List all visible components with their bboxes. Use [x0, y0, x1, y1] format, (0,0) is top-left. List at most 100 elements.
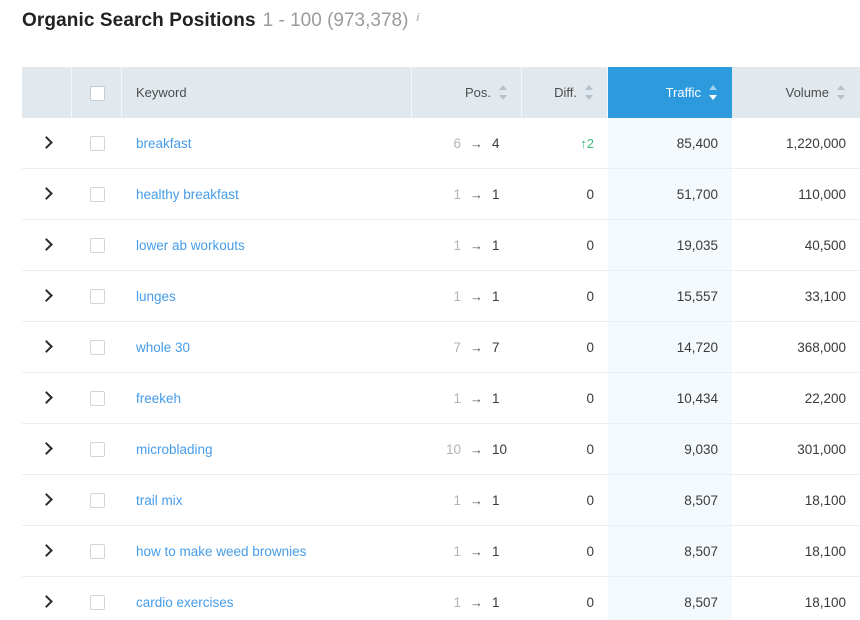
- table-row[interactable]: whole 307→7014,720368,000: [22, 322, 860, 373]
- row-select-cell[interactable]: [72, 424, 122, 475]
- row-volume-cell: 301,000: [732, 424, 860, 475]
- row-keyword-cell: microblading: [122, 424, 412, 475]
- row-select-cell[interactable]: [72, 373, 122, 424]
- row-checkbox[interactable]: [90, 493, 105, 508]
- table-row[interactable]: healthy breakfast1→1051,700110,000: [22, 169, 860, 220]
- column-header-volume[interactable]: Volume: [732, 67, 860, 118]
- chevron-right-icon[interactable]: [39, 288, 55, 304]
- chevron-right-icon[interactable]: [39, 543, 55, 559]
- chevron-right-icon[interactable]: [39, 492, 55, 508]
- row-select-cell[interactable]: [72, 271, 122, 322]
- row-expand-cell[interactable]: [22, 118, 72, 169]
- table-row[interactable]: lower ab workouts1→1019,03540,500: [22, 220, 860, 271]
- keyword-link[interactable]: lower ab workouts: [136, 238, 245, 253]
- keyword-link[interactable]: lunges: [136, 289, 176, 304]
- row-position-cell: 6→4: [412, 118, 522, 169]
- sort-arrows-icon[interactable]: [585, 85, 594, 100]
- row-keyword-cell: whole 30: [122, 322, 412, 373]
- row-expand-cell[interactable]: [22, 424, 72, 475]
- row-position-cell: 1→1: [412, 169, 522, 220]
- chevron-right-icon[interactable]: [39, 441, 55, 457]
- row-expand-cell[interactable]: [22, 220, 72, 271]
- row-checkbox[interactable]: [90, 595, 105, 610]
- row-select-cell[interactable]: [72, 475, 122, 526]
- table-row[interactable]: microblading10→1009,030301,000: [22, 424, 860, 475]
- table-row[interactable]: trail mix1→108,50718,100: [22, 475, 860, 526]
- row-keyword-cell: healthy breakfast: [122, 169, 412, 220]
- row-checkbox[interactable]: [90, 238, 105, 253]
- chevron-right-icon[interactable]: [39, 186, 55, 202]
- sort-arrows-icon[interactable]: [837, 85, 846, 100]
- chevron-right-icon[interactable]: [39, 339, 55, 355]
- keyword-link[interactable]: microblading: [136, 442, 213, 457]
- table-head: Keyword Pos. Diff.: [22, 67, 860, 118]
- row-volume-cell: 18,100: [732, 526, 860, 577]
- difference-value: 0: [586, 238, 594, 253]
- row-select-cell[interactable]: [72, 169, 122, 220]
- chevron-right-icon[interactable]: [39, 390, 55, 406]
- chevron-right-icon[interactable]: [39, 237, 55, 253]
- table-row[interactable]: cardio exercises1→108,50718,100: [22, 577, 860, 620]
- column-header-pos[interactable]: Pos.: [412, 67, 522, 118]
- row-checkbox[interactable]: [90, 442, 105, 457]
- info-icon[interactable]: i: [416, 12, 419, 24]
- keyword-link[interactable]: breakfast: [136, 136, 192, 151]
- traffic-value: 10,434: [677, 391, 718, 406]
- sort-arrows-icon-active[interactable]: [709, 85, 718, 100]
- column-header-diff[interactable]: Diff.: [522, 67, 608, 118]
- volume-value: 368,000: [797, 340, 846, 355]
- row-select-cell[interactable]: [72, 220, 122, 271]
- keyword-link[interactable]: cardio exercises: [136, 595, 234, 610]
- difference-value: 0: [586, 340, 594, 355]
- keyword-link[interactable]: whole 30: [136, 340, 190, 355]
- difference-value: 0: [586, 442, 594, 457]
- column-header-select-all[interactable]: [72, 67, 122, 118]
- row-select-cell[interactable]: [72, 526, 122, 577]
- position-current: 1: [492, 391, 508, 406]
- row-checkbox[interactable]: [90, 391, 105, 406]
- keyword-link[interactable]: freekeh: [136, 391, 181, 406]
- row-expand-cell[interactable]: [22, 577, 72, 620]
- table-row[interactable]: how to make weed brownies1→108,50718,100: [22, 526, 860, 577]
- row-position-cell: 1→1: [412, 220, 522, 271]
- row-checkbox[interactable]: [90, 340, 105, 355]
- keyword-link[interactable]: how to make weed brownies: [136, 544, 306, 559]
- row-expand-cell[interactable]: [22, 373, 72, 424]
- table-row[interactable]: breakfast6→4↑285,4001,220,000: [22, 118, 860, 169]
- position-previous: 1: [445, 595, 461, 610]
- row-select-cell[interactable]: [72, 577, 122, 620]
- keyword-link[interactable]: trail mix: [136, 493, 183, 508]
- row-checkbox[interactable]: [90, 544, 105, 559]
- row-expand-cell[interactable]: [22, 322, 72, 373]
- row-keyword-cell: lunges: [122, 271, 412, 322]
- sort-arrows-icon[interactable]: [499, 85, 508, 100]
- row-select-cell[interactable]: [72, 322, 122, 373]
- organic-search-positions-page: Organic Search Positions 1 - 100 (973,37…: [0, 0, 860, 620]
- chevron-right-icon[interactable]: [39, 594, 55, 610]
- row-select-cell[interactable]: [72, 118, 122, 169]
- chevron-right-icon[interactable]: [39, 135, 55, 151]
- row-difference-cell: 0: [522, 577, 608, 620]
- row-position-cell: 1→1: [412, 577, 522, 620]
- row-expand-cell[interactable]: [22, 169, 72, 220]
- row-difference-cell: ↑2: [522, 118, 608, 169]
- row-position-cell: 1→1: [412, 373, 522, 424]
- row-checkbox[interactable]: [90, 136, 105, 151]
- table-row[interactable]: lunges1→1015,55733,100: [22, 271, 860, 322]
- row-position-cell: 1→1: [412, 271, 522, 322]
- row-keyword-cell: how to make weed brownies: [122, 526, 412, 577]
- select-all-checkbox[interactable]: [90, 86, 105, 101]
- row-volume-cell: 22,200: [732, 373, 860, 424]
- row-checkbox[interactable]: [90, 187, 105, 202]
- row-expand-cell[interactable]: [22, 475, 72, 526]
- keyword-link[interactable]: healthy breakfast: [136, 187, 239, 202]
- row-keyword-cell: lower ab workouts: [122, 220, 412, 271]
- position-arrow-icon: →: [470, 289, 483, 304]
- column-header-traffic[interactable]: Traffic: [608, 67, 732, 118]
- row-expand-cell[interactable]: [22, 271, 72, 322]
- row-checkbox[interactable]: [90, 289, 105, 304]
- row-keyword-cell: cardio exercises: [122, 577, 412, 620]
- row-expand-cell[interactable]: [22, 526, 72, 577]
- table-row[interactable]: freekeh1→1010,43422,200: [22, 373, 860, 424]
- column-header-traffic-label: Traffic: [666, 85, 701, 100]
